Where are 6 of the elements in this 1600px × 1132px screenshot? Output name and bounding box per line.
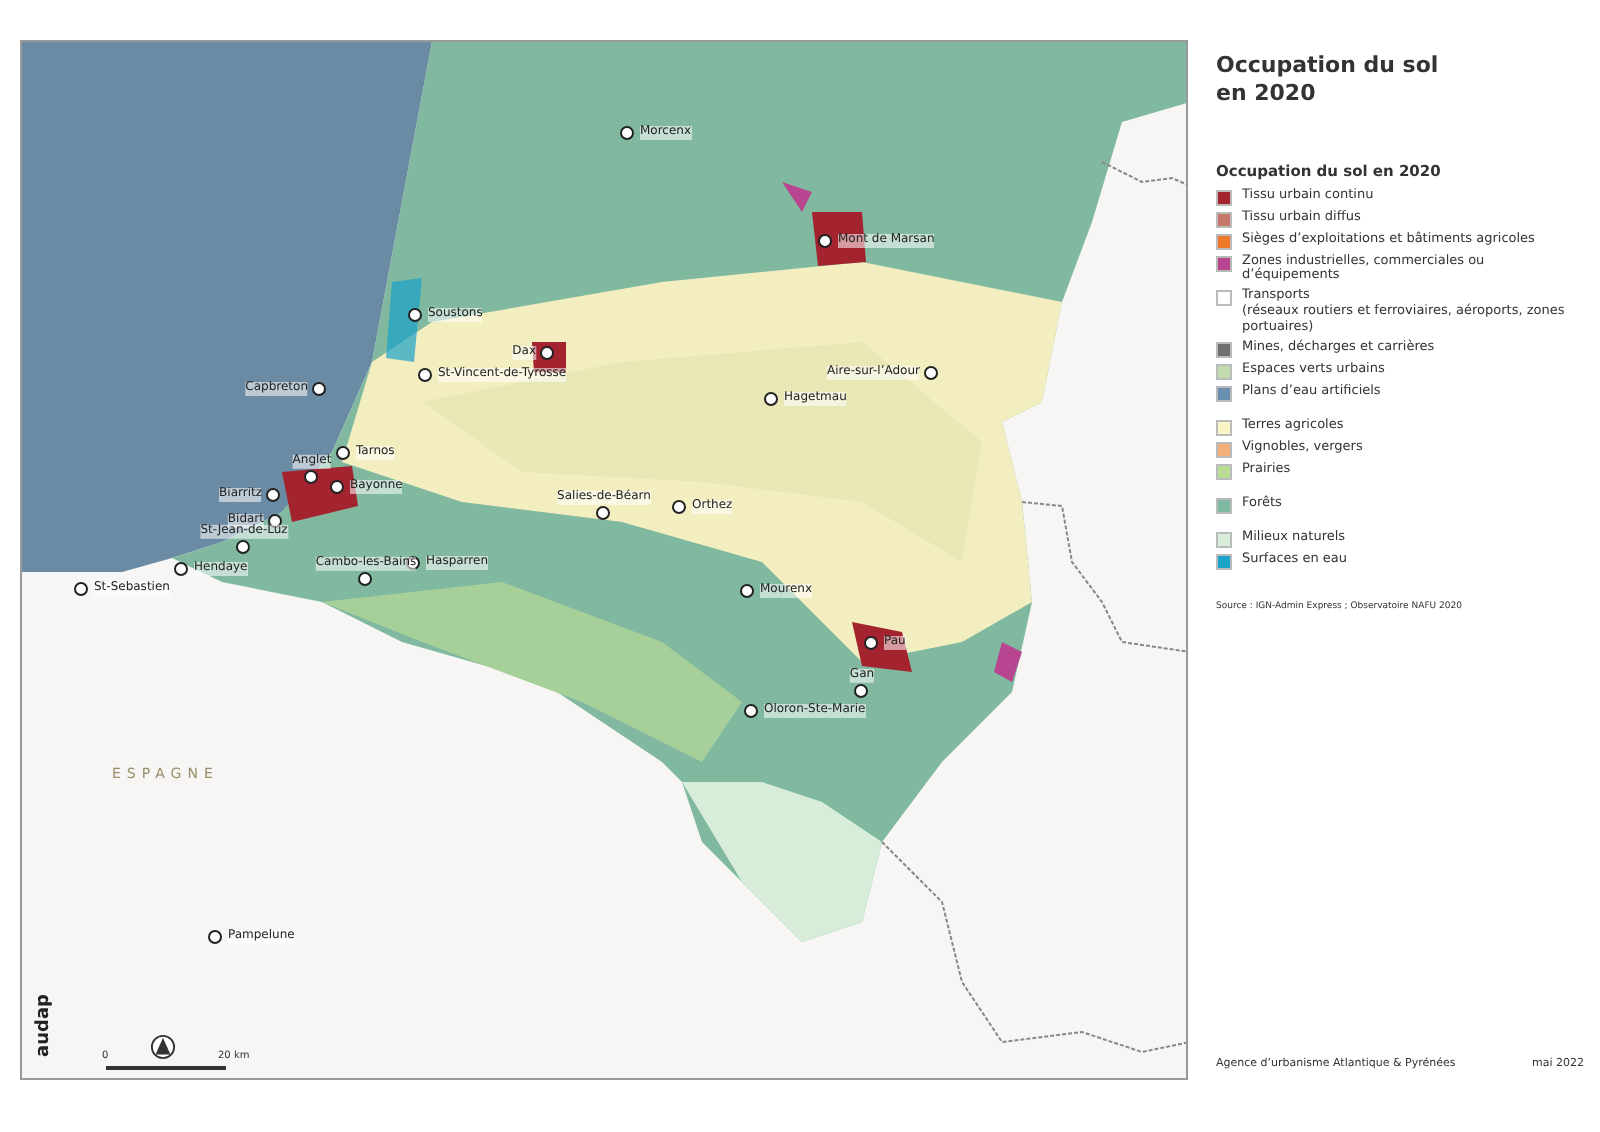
city-marker-icon bbox=[268, 514, 282, 528]
city-marker-icon bbox=[406, 556, 420, 570]
north-arrow-icon bbox=[150, 1034, 176, 1060]
map-title: Occupation du sol en 2020 bbox=[1216, 52, 1441, 110]
logo: audap bbox=[34, 994, 54, 1057]
scale-bar bbox=[106, 1066, 226, 1070]
